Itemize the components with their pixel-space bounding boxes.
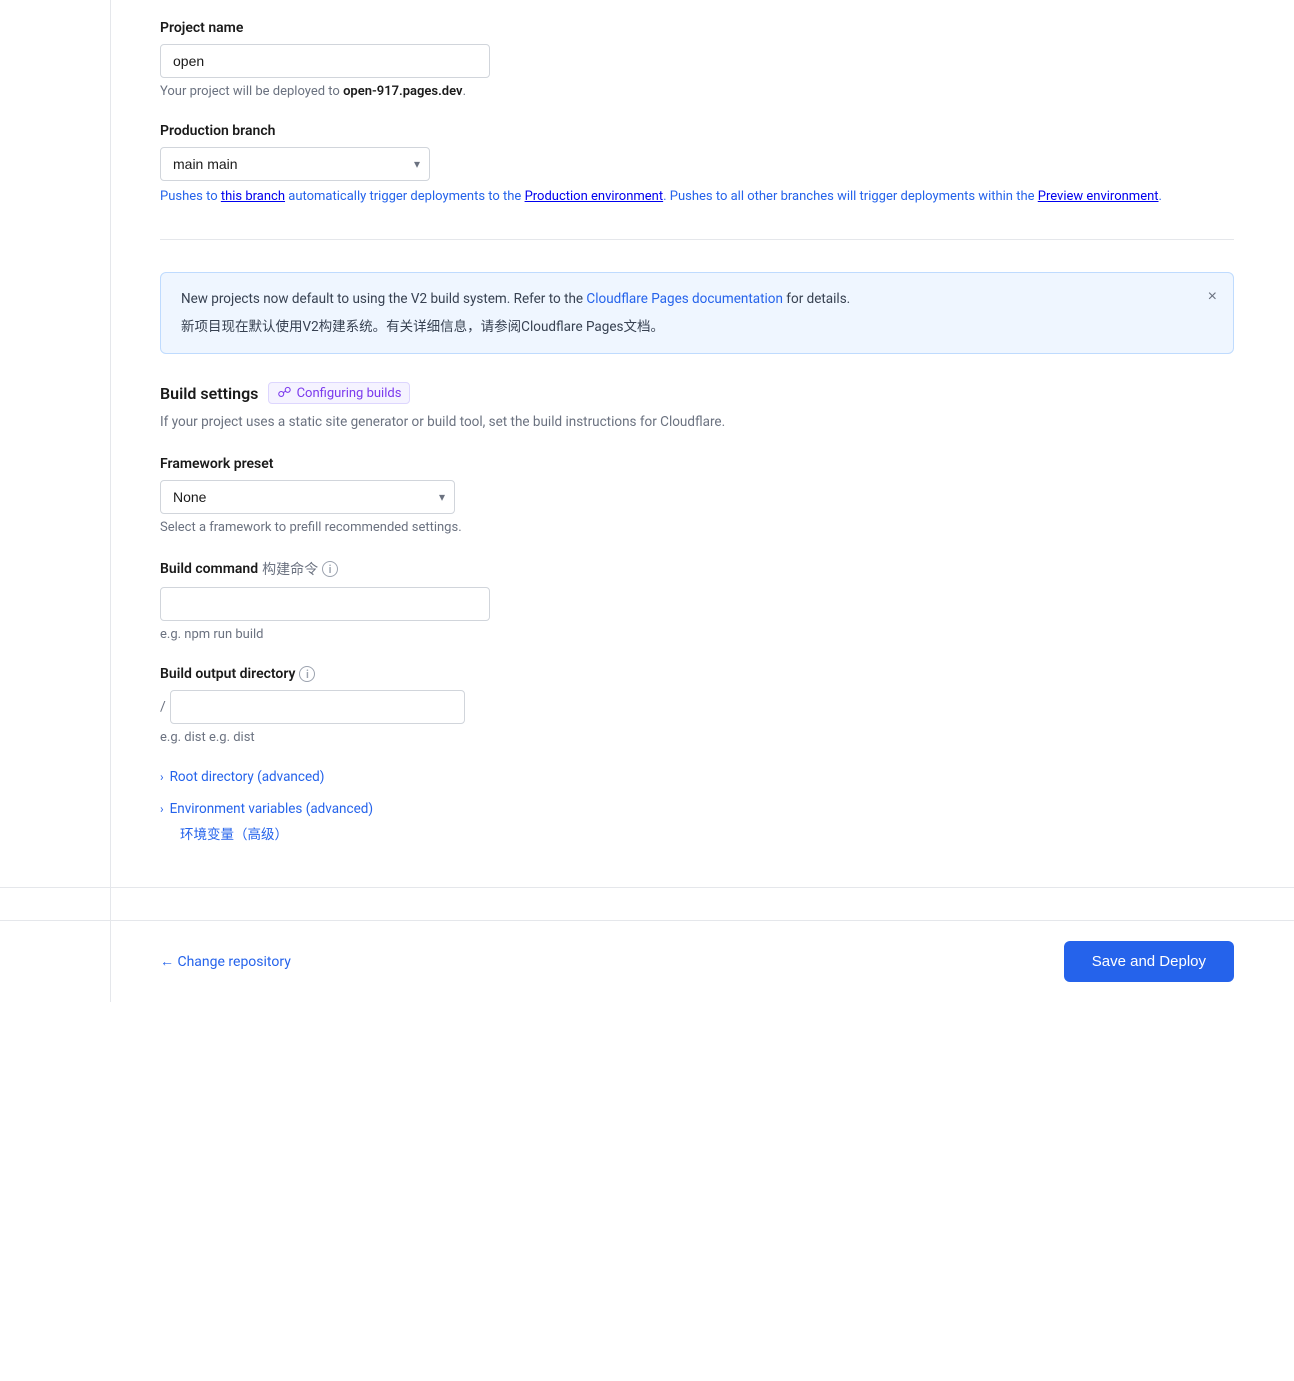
footer-bar: ← Change repository Save and Deploy <box>0 920 1294 1002</box>
build-command-info-icon[interactable]: i <box>322 561 338 577</box>
framework-preset-helper: Select a framework to prefill recommende… <box>160 520 1234 535</box>
build-output-info-icon[interactable]: i <box>299 666 315 682</box>
root-directory-section: › Root directory (advanced) <box>160 769 1234 785</box>
project-name-section: Project name Your project will be deploy… <box>160 20 1234 99</box>
build-command-section: Build command 构建命令 i e.g. npm run build <box>160 559 1234 642</box>
build-output-helper: e.g. dist e.g. dist <box>160 730 1234 745</box>
build-output-input[interactable] <box>170 690 465 724</box>
slash-prefix: / <box>160 699 166 715</box>
production-branch-select-wrapper: main main ▾ <box>160 147 430 181</box>
production-branch-select[interactable]: main main <box>160 147 430 181</box>
configuring-builds-link[interactable]: ☍ Configuring builds <box>268 382 410 404</box>
content-area: Project name Your project will be deploy… <box>0 0 1294 887</box>
build-command-input[interactable] <box>160 587 490 621</box>
build-settings-header: Build settings ☍ Configuring builds <box>160 382 1234 404</box>
left-border-decoration <box>110 0 111 1002</box>
project-name-input[interactable] <box>160 44 490 78</box>
cloudflare-docs-link[interactable]: Cloudflare Pages documentation <box>586 291 783 307</box>
project-name-label: Project name <box>160 20 1234 36</box>
production-branch-description: Pushes to this branch automatically trig… <box>160 187 1234 207</box>
build-command-label: Build command 构建命令 i <box>160 559 1234 579</box>
build-settings-section: Build settings ☍ Configuring builds If y… <box>160 382 1234 843</box>
save-and-deploy-button[interactable]: Save and Deploy <box>1064 941 1234 982</box>
production-branch-section: Production branch main main ▾ Pushes to … <box>160 123 1234 207</box>
build-output-section: Build output directory i / e.g. dist e.g… <box>160 666 1234 745</box>
framework-preset-section: Framework preset None React Vue Next.js … <box>160 456 1234 535</box>
banner-close-button[interactable]: × <box>1206 287 1219 307</box>
change-repository-link[interactable]: ← Change repository <box>160 953 291 970</box>
env-vars-section: › Environment variables (advanced) 环境变量（… <box>160 801 1234 843</box>
build-settings-title: Build settings <box>160 384 258 403</box>
framework-preset-select-wrapper: None React Vue Next.js Nuxt.js Angular G… <box>160 480 455 514</box>
root-directory-link[interactable]: › Root directory (advanced) <box>160 769 1234 785</box>
env-vars-link[interactable]: › Environment variables (advanced) <box>160 801 1234 817</box>
banner-text-en: New projects now default to using the V2… <box>181 289 1213 309</box>
page-container: Project name Your project will be deploy… <box>0 0 1294 1002</box>
chevron-right-icon: › <box>160 770 164 784</box>
book-icon: ☍ <box>277 385 291 401</box>
build-command-helper: e.g. npm run build <box>160 627 1234 642</box>
build-output-label: Build output directory i <box>160 666 1234 682</box>
divider-footer <box>0 887 1294 888</box>
divider-1 <box>160 239 1234 240</box>
production-branch-label: Production branch <box>160 123 1234 139</box>
framework-preset-select[interactable]: None React Vue Next.js Nuxt.js Angular G… <box>160 480 455 514</box>
project-deploy-info: Your project will be deployed to open-91… <box>160 84 1234 99</box>
build-output-row: / <box>160 690 1234 724</box>
framework-preset-label: Framework preset <box>160 456 1234 472</box>
env-vars-cn-label: 环境变量（高级） <box>180 823 1234 843</box>
info-banner: × New projects now default to using the … <box>160 272 1234 355</box>
banner-text-cn: 新项目现在默认使用V2构建系统。有关详细信息，请参阅Cloudflare Pag… <box>181 317 1213 337</box>
build-settings-description: If your project uses a static site gener… <box>160 412 1234 432</box>
chevron-right-icon-2: › <box>160 802 164 816</box>
